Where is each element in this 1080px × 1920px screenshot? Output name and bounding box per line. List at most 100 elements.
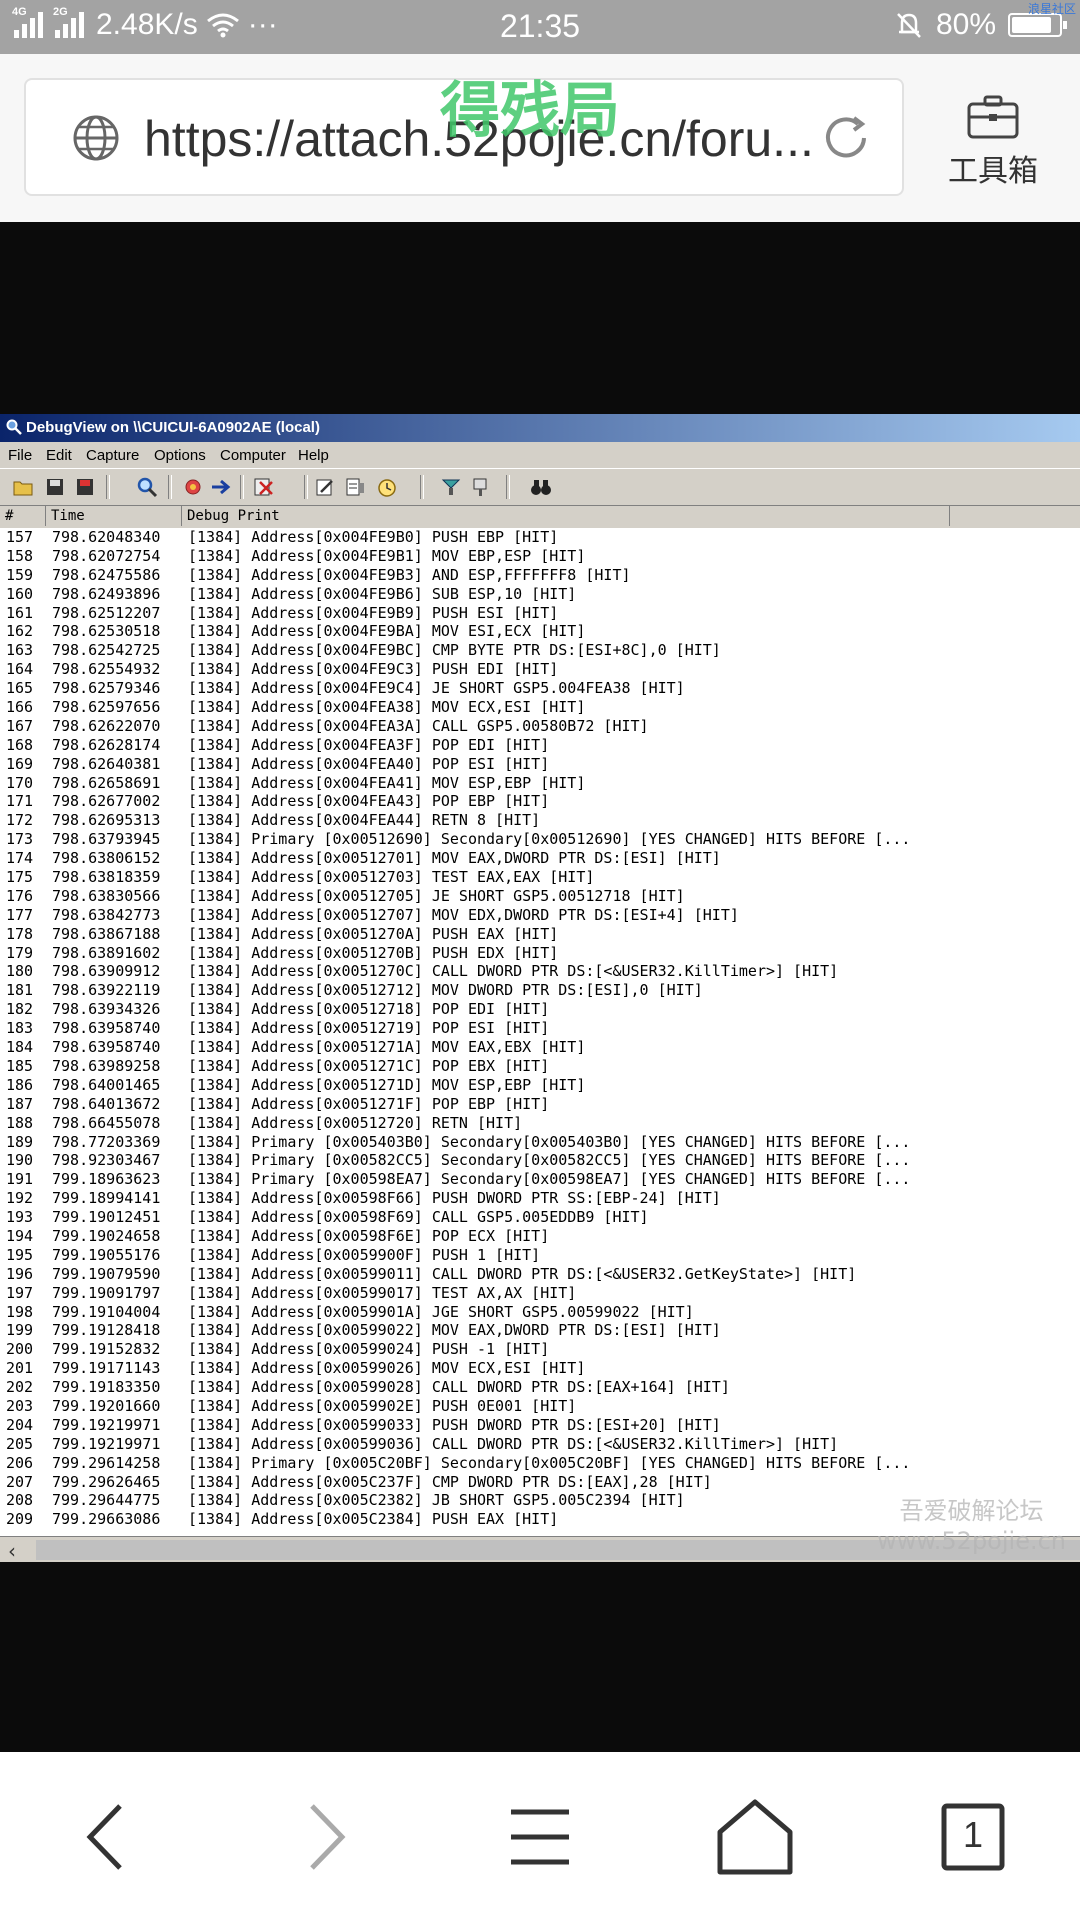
table-row[interactable]: 194 799.19024658 [1384] Address[0x00598F6E… — [0, 1227, 1080, 1246]
menu-file[interactable]: File — [8, 447, 32, 464]
table-row[interactable]: 181 798.63922119 [1384] Address[0x00512712… — [0, 981, 1080, 1000]
table-row[interactable]: 167 798.62622070 [1384] Address[0x004FEA3A… — [0, 717, 1080, 736]
table-row[interactable]: 203 799.19201660 [1384] Address[0x0059902E… — [0, 1397, 1080, 1416]
table-row[interactable]: 201 799.19171143 [1384] Address[0x00599026… — [0, 1359, 1080, 1378]
table-row[interactable]: 157 798.62048340 [1384] Address[0x004FE9B0… — [0, 528, 1080, 547]
connect-icon[interactable] — [440, 476, 462, 498]
clear-display-icon[interactable] — [252, 476, 274, 498]
row-index: 174 — [6, 849, 34, 868]
table-row[interactable]: 200 799.19152832 [1384] Address[0x00599024… — [0, 1340, 1080, 1359]
table-row[interactable]: 184 798.63958740 [1384] Address[0x0051271A… — [0, 1038, 1080, 1057]
row-time: 798.62677002 — [52, 792, 161, 811]
menu-computer[interactable]: Computer — [220, 447, 286, 464]
table-row[interactable]: 197 799.19091797 [1384] Address[0x00599017… — [0, 1284, 1080, 1303]
table-row[interactable]: 199 799.19128418 [1384] Address[0x00599022… — [0, 1321, 1080, 1340]
menu-options[interactable]: Options — [154, 447, 206, 464]
row-message: [1384] Address[0x00599028] CALL DWORD PT… — [188, 1378, 730, 1397]
arrow-right-icon[interactable] — [210, 476, 232, 498]
table-row[interactable]: 177 798.63842773 [1384] Address[0x00512707… — [0, 906, 1080, 925]
table-row[interactable]: 207 799.29626465 [1384] Address[0x005C237F… — [0, 1473, 1080, 1492]
table-row[interactable]: 185 798.63989258 [1384] Address[0x0051271C… — [0, 1057, 1080, 1076]
table-row[interactable]: 191 799.18963623 [1384] Primary [0x00598EA… — [0, 1170, 1080, 1189]
table-row[interactable]: 159 798.62475586 [1384] Address[0x004FE9B3… — [0, 566, 1080, 585]
table-row[interactable]: 192 799.18994141 [1384] Address[0x00598F66… — [0, 1189, 1080, 1208]
row-time: 798.62597656 — [52, 698, 161, 717]
row-message: [1384] Address[0x0051271D] MOV ESP,EBP [… — [188, 1075, 586, 1094]
find-icon[interactable] — [136, 476, 158, 498]
row-time: 798.63922119 — [52, 981, 161, 1000]
row-index: 169 — [6, 754, 34, 773]
table-row[interactable]: 190 798.92303467 [1384] Primary [0x00582CC… — [0, 1151, 1080, 1170]
menu-edit[interactable]: Edit — [46, 447, 72, 464]
table-row[interactable]: 189 798.77203369 [1384] Primary [0x005403B… — [0, 1133, 1080, 1152]
table-row[interactable]: 195 799.19055176 [1384] Address[0x0059900F… — [0, 1246, 1080, 1265]
save-as-icon[interactable] — [74, 476, 96, 498]
row-time: 799.19012451 — [52, 1208, 161, 1227]
column-time[interactable]: Time — [46, 506, 182, 526]
table-row[interactable]: 179 798.63891602 [1384] Address[0x0051270B… — [0, 944, 1080, 963]
binoculars-icon[interactable] — [530, 476, 552, 498]
table-row[interactable]: 173 798.63793945 [1384] Primary [0x0051269… — [0, 830, 1080, 849]
column-index[interactable]: # — [0, 506, 46, 526]
table-row[interactable]: 182 798.63934326 [1384] Address[0x00512718… — [0, 1000, 1080, 1019]
tabs-button[interactable]: 1 — [930, 1792, 1020, 1882]
row-index: 179 — [6, 943, 34, 962]
overlay-watermark: 得残局 — [440, 76, 620, 146]
table-row[interactable]: 169 798.62640381 [1384] Address[0x004FEA40… — [0, 755, 1080, 774]
table-row[interactable]: 170 798.62658691 [1384] Address[0x004FEA41… — [0, 774, 1080, 793]
edit-filter-icon[interactable] — [314, 476, 336, 498]
table-row[interactable]: 175 798.63818359 [1384] Address[0x00512703… — [0, 868, 1080, 887]
table-row[interactable]: 166 798.62597656 [1384] Address[0x004FEA38… — [0, 698, 1080, 717]
table-row[interactable]: 168 798.62628174 [1384] Address[0x004FEA3F… — [0, 736, 1080, 755]
menu-capture[interactable]: Capture — [86, 447, 139, 464]
table-row[interactable]: 172 798.62695313 [1384] Address[0x004FEA44… — [0, 811, 1080, 830]
table-row[interactable]: 186 798.64001465 [1384] Address[0x0051271D… — [0, 1076, 1080, 1095]
forward-icon[interactable] — [280, 1792, 370, 1882]
table-row[interactable]: 202 799.19183350 [1384] Address[0x00599028… — [0, 1378, 1080, 1397]
table-row[interactable]: 161 798.62512207 [1384] Address[0x004FE9B9… — [0, 604, 1080, 623]
table-row[interactable]: 196 799.19079590 [1384] Address[0x00599011… — [0, 1265, 1080, 1284]
table-row[interactable]: 206 799.29614258 [1384] Primary [0x005C20B… — [0, 1454, 1080, 1473]
table-row[interactable]: 163 798.62542725 [1384] Address[0x004FE9BC… — [0, 641, 1080, 660]
reload-icon[interactable] — [818, 110, 874, 166]
table-row[interactable]: 158 798.62072754 [1384] Address[0x004FE9B1… — [0, 547, 1080, 566]
table-row[interactable]: 178 798.63867188 [1384] Address[0x0051270A… — [0, 925, 1080, 944]
row-message: [1384] Primary [0x00598EA7] Secondary[0x… — [188, 1170, 911, 1189]
save-icon[interactable] — [44, 476, 66, 498]
row-index: 176 — [6, 886, 34, 905]
table-row[interactable]: 193 799.19012451 [1384] Address[0x00598F69… — [0, 1208, 1080, 1227]
menu-help[interactable]: Help — [298, 447, 329, 464]
table-row[interactable]: 205 799.19219971 [1384] Address[0x00599036… — [0, 1435, 1080, 1454]
disconnect-icon[interactable] — [470, 476, 492, 498]
column-debug-print[interactable]: Debug Print — [182, 506, 950, 526]
table-row[interactable]: 187 798.64013672 [1384] Address[0x0051271F… — [0, 1095, 1080, 1114]
row-message: [1384] Address[0x005C237F] CMP DWORD PTR… — [188, 1472, 712, 1491]
table-row[interactable]: 160 798.62493896 [1384] Address[0x004FE9B6… — [0, 585, 1080, 604]
open-folder-icon[interactable] — [12, 476, 34, 498]
table-row[interactable]: 171 798.62677002 [1384] Address[0x004FEA43… — [0, 792, 1080, 811]
toolbox-button[interactable]: 工具箱 — [928, 94, 1058, 190]
table-row[interactable]: 204 799.19219971 [1384] Address[0x00599033… — [0, 1416, 1080, 1435]
table-row[interactable]: 174 798.63806152 [1384] Address[0x00512701… — [0, 849, 1080, 868]
home-icon[interactable] — [710, 1792, 800, 1882]
row-time: 799.19128418 — [52, 1321, 161, 1340]
row-time: 799.18963623 — [52, 1170, 161, 1189]
table-row[interactable]: 176 798.63830566 [1384] Address[0x00512705… — [0, 887, 1080, 906]
row-index: 180 — [6, 962, 34, 981]
scroll-left-icon[interactable]: ‹ — [8, 1539, 32, 1563]
clock-icon[interactable] — [376, 476, 398, 498]
table-row[interactable]: 188 798.66455078 [1384] Address[0x00512720… — [0, 1114, 1080, 1133]
log-list[interactable]: 157 798.62048340 [1384] Address[0x004FE9B0… — [0, 528, 1080, 1536]
table-row[interactable]: 162 798.62530518 [1384] Address[0x004FE9BA… — [0, 622, 1080, 641]
browser-toolbar: https://attach.52pojie.cn/foru... 得残局 工具… — [0, 54, 1080, 222]
table-row[interactable]: 183 798.63958740 [1384] Address[0x00512719… — [0, 1019, 1080, 1038]
table-row[interactable]: 198 799.19104004 [1384] Address[0x0059901A… — [0, 1303, 1080, 1322]
menu-icon[interactable] — [495, 1792, 585, 1882]
table-row[interactable]: 164 798.62554932 [1384] Address[0x004FE9C3… — [0, 660, 1080, 679]
highlight-icon[interactable] — [344, 476, 366, 498]
row-index: 188 — [6, 1113, 34, 1132]
capture-icon[interactable] — [182, 476, 204, 498]
table-row[interactable]: 180 798.63909912 [1384] Address[0x0051270C… — [0, 962, 1080, 981]
back-icon[interactable] — [62, 1792, 152, 1882]
table-row[interactable]: 165 798.62579346 [1384] Address[0x004FE9C4… — [0, 679, 1080, 698]
